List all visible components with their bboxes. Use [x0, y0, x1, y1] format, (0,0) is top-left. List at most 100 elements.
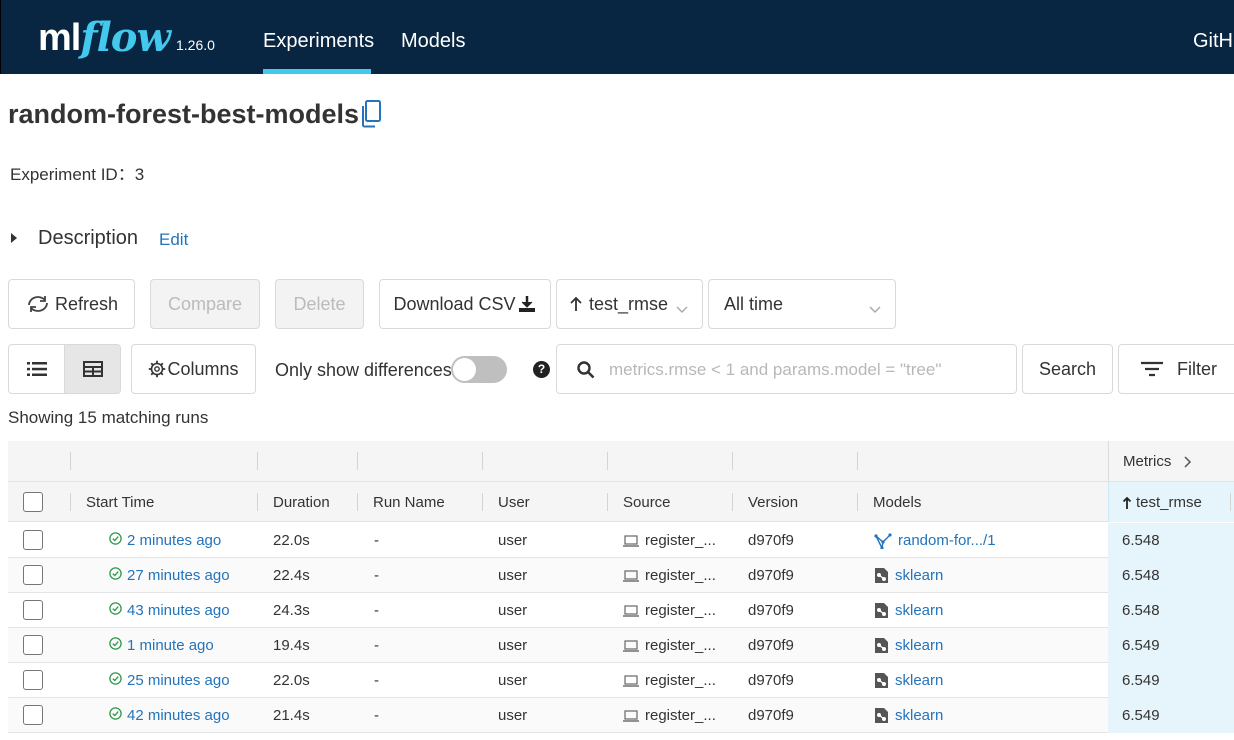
refresh-button[interactable]: Refresh [8, 279, 135, 329]
toggle-knob [453, 358, 476, 381]
help-icon[interactable]: ? [533, 361, 550, 378]
run-version: d970f9 [748, 637, 794, 654]
copy-icon[interactable] [360, 100, 382, 133]
download-csv-button[interactable]: Download CSV [379, 279, 551, 329]
run-model-text: random-for.../1 [898, 532, 996, 549]
run-metric-test-rmse: 6.548 [1122, 602, 1160, 619]
list-view-button[interactable] [8, 344, 65, 394]
search-button[interactable]: Search [1022, 344, 1113, 394]
row-checkbox[interactable] [23, 565, 43, 585]
nav-models[interactable]: Models [401, 30, 465, 53]
run-duration: 19.4s [273, 637, 310, 654]
delete-button[interactable]: Delete [275, 279, 364, 329]
run-source[interactable]: register_... [623, 567, 716, 584]
header-start-time[interactable]: Start Time [86, 494, 154, 511]
nav-github[interactable]: GitH [1193, 30, 1233, 53]
compare-button[interactable]: Compare [150, 279, 260, 329]
run-start-time-link[interactable]: 43 minutes ago [109, 602, 230, 619]
table-icon [82, 361, 103, 377]
run-start-time-link[interactable]: 27 minutes ago [109, 567, 230, 584]
header-duration[interactable]: Duration [273, 494, 330, 511]
filter-button[interactable]: Filter [1118, 344, 1234, 394]
run-start-time-link[interactable]: 1 minute ago [109, 637, 214, 654]
table-row[interactable]: 43 minutes ago 24.3s - user register_...… [8, 593, 1234, 628]
run-user: user [498, 637, 528, 654]
run-start-time-link[interactable]: 25 minutes ago [109, 672, 230, 689]
row-checkbox[interactable] [23, 705, 43, 725]
sort-select[interactable]: test_rmse [556, 279, 703, 329]
run-model-link[interactable]: sklearn [874, 602, 943, 619]
run-start-time-link[interactable]: 2 minutes ago [109, 532, 221, 549]
metrics-group-label: Metrics [1123, 453, 1172, 470]
run-name: - [374, 637, 379, 654]
column-separator [357, 493, 358, 511]
run-model-link[interactable]: sklearn [874, 672, 943, 689]
header-source[interactable]: Source [623, 494, 671, 511]
column-separator [257, 493, 258, 511]
chevron-down-icon [869, 298, 881, 319]
laptop-icon [623, 569, 639, 582]
gear-icon [148, 360, 166, 378]
row-checkbox[interactable] [23, 530, 43, 550]
check-circle-icon [109, 672, 122, 689]
header-metric-test-rmse[interactable]: test_rmse [1122, 494, 1202, 511]
run-model-link[interactable]: sklearn [874, 637, 943, 654]
run-model-link[interactable]: random-for.../1 [874, 532, 996, 549]
run-source[interactable]: register_... [623, 672, 716, 689]
column-separator [1230, 493, 1231, 511]
run-source-text: register_... [645, 637, 716, 654]
column-separator [857, 493, 858, 511]
metrics-group-header[interactable]: Metrics [1108, 441, 1234, 482]
table-row[interactable]: 2 minutes ago 22.0s - user register_... … [8, 523, 1234, 558]
header-models[interactable]: Models [873, 494, 921, 511]
logo-flow-text: flow [80, 14, 171, 61]
refresh-label: Refresh [54, 293, 119, 314]
run-duration: 22.4s [273, 567, 310, 584]
run-model-link[interactable]: sklearn [874, 567, 943, 584]
run-start-time: 42 minutes ago [127, 707, 230, 724]
run-duration: 21.4s [273, 707, 310, 724]
row-checkbox[interactable] [23, 670, 43, 690]
run-user: user [498, 672, 528, 689]
search-box [556, 344, 1017, 394]
only-differences-toggle[interactable] [451, 356, 507, 383]
grid-view-button[interactable] [64, 344, 121, 394]
row-checkbox[interactable] [23, 635, 43, 655]
nav-experiments[interactable]: Experiments [263, 30, 374, 53]
run-start-time: 25 minutes ago [127, 672, 230, 689]
run-source[interactable]: register_... [623, 532, 716, 549]
select-all-checkbox[interactable] [23, 492, 43, 512]
table-row[interactable]: 1 minute ago 19.4s - user register_... d… [8, 628, 1234, 663]
description-label[interactable]: Description [38, 227, 138, 250]
table-row[interactable]: 25 minutes ago 22.0s - user register_...… [8, 663, 1234, 698]
time-range-select[interactable]: All time [708, 279, 896, 329]
header-version[interactable]: Version [748, 494, 798, 511]
run-name: - [374, 672, 379, 689]
row-checkbox[interactable] [23, 600, 43, 620]
search-input[interactable] [609, 357, 1009, 383]
table-row[interactable]: 27 minutes ago 22.4s - user register_...… [8, 558, 1234, 593]
run-model-text: sklearn [895, 602, 944, 619]
caret-right-icon[interactable] [11, 233, 17, 243]
description-edit-link[interactable]: Edit [159, 230, 188, 250]
run-source[interactable]: register_... [623, 707, 716, 724]
run-metric-test-rmse: 6.549 [1122, 672, 1160, 689]
run-model-link[interactable]: sklearn [874, 707, 943, 724]
header-run-name[interactable]: Run Name [373, 494, 445, 511]
header-user[interactable]: User [498, 494, 530, 511]
columns-button[interactable]: Columns [131, 344, 256, 394]
table-row[interactable]: 42 minutes ago 21.4s - user register_...… [8, 698, 1234, 733]
sync-icon [25, 293, 51, 315]
nav-active-underline [263, 69, 371, 74]
sort-value: test_rmse [589, 293, 669, 314]
run-start-time: 27 minutes ago [127, 567, 230, 584]
run-metric-test-rmse: 6.549 [1122, 637, 1160, 654]
run-source[interactable]: register_... [623, 637, 716, 654]
run-start-time-link[interactable]: 42 minutes ago [109, 707, 230, 724]
run-duration: 24.3s [273, 602, 310, 619]
column-separator [482, 493, 483, 511]
run-source[interactable]: register_... [623, 602, 716, 619]
run-metric-test-rmse: 6.548 [1122, 532, 1160, 549]
mlflow-logo[interactable]: ml flow [38, 10, 171, 61]
run-user: user [498, 602, 528, 619]
